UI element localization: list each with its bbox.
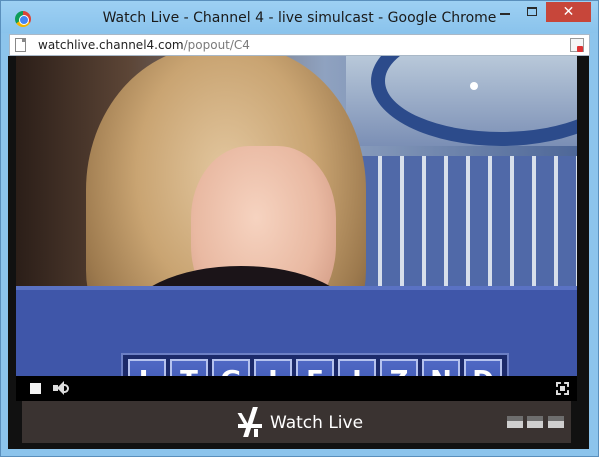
address-bar[interactable]: watchlive.channel4.com/popout/C4	[9, 34, 590, 56]
size-small-button[interactable]	[507, 416, 523, 428]
size-large-button[interactable]	[548, 416, 564, 428]
player-footer: Watch Live	[22, 401, 571, 443]
letter-tile: E	[296, 358, 334, 376]
url-path: /popout/C4	[183, 38, 250, 52]
letter-tile: I	[254, 358, 292, 376]
volume-icon[interactable]	[53, 381, 69, 396]
maximize-icon	[527, 7, 537, 16]
page-icon	[15, 38, 26, 52]
video-player[interactable]: L T G I E I Z N D	[16, 56, 577, 376]
letter-tile: D	[464, 358, 502, 376]
channel4-logo-icon	[237, 407, 264, 437]
player-controls	[16, 376, 577, 401]
minimize-icon	[500, 13, 510, 15]
url-text[interactable]: watchlive.channel4.com/popout/C4	[38, 38, 250, 52]
page-action-icon[interactable]	[570, 38, 584, 52]
url-host: watchlive.channel4.com	[38, 38, 184, 52]
letter-tile: Z	[380, 358, 418, 376]
letter-tile: I	[338, 358, 376, 376]
studio-light	[470, 82, 478, 90]
title-bar[interactable]: Watch Live - Channel 4 - live simulcast …	[1, 1, 598, 33]
letter-tile: L	[128, 358, 166, 376]
letter-tile: N	[422, 358, 460, 376]
letters-board: L T G I E I Z N D	[121, 353, 509, 376]
maximize-button[interactable]	[519, 2, 546, 22]
speaker-cone	[57, 381, 64, 395]
close-button[interactable]: ✕	[546, 2, 591, 22]
letter-tile: G	[212, 358, 250, 376]
sound-wave	[64, 384, 69, 393]
watch-live-label: Watch Live	[270, 413, 364, 433]
fullscreen-icon[interactable]	[556, 382, 569, 395]
stop-icon[interactable]	[30, 383, 41, 394]
size-medium-button[interactable]	[527, 416, 543, 428]
minimize-button[interactable]	[491, 2, 519, 22]
close-icon: ✕	[562, 4, 575, 20]
letter-tile: T	[170, 358, 208, 376]
